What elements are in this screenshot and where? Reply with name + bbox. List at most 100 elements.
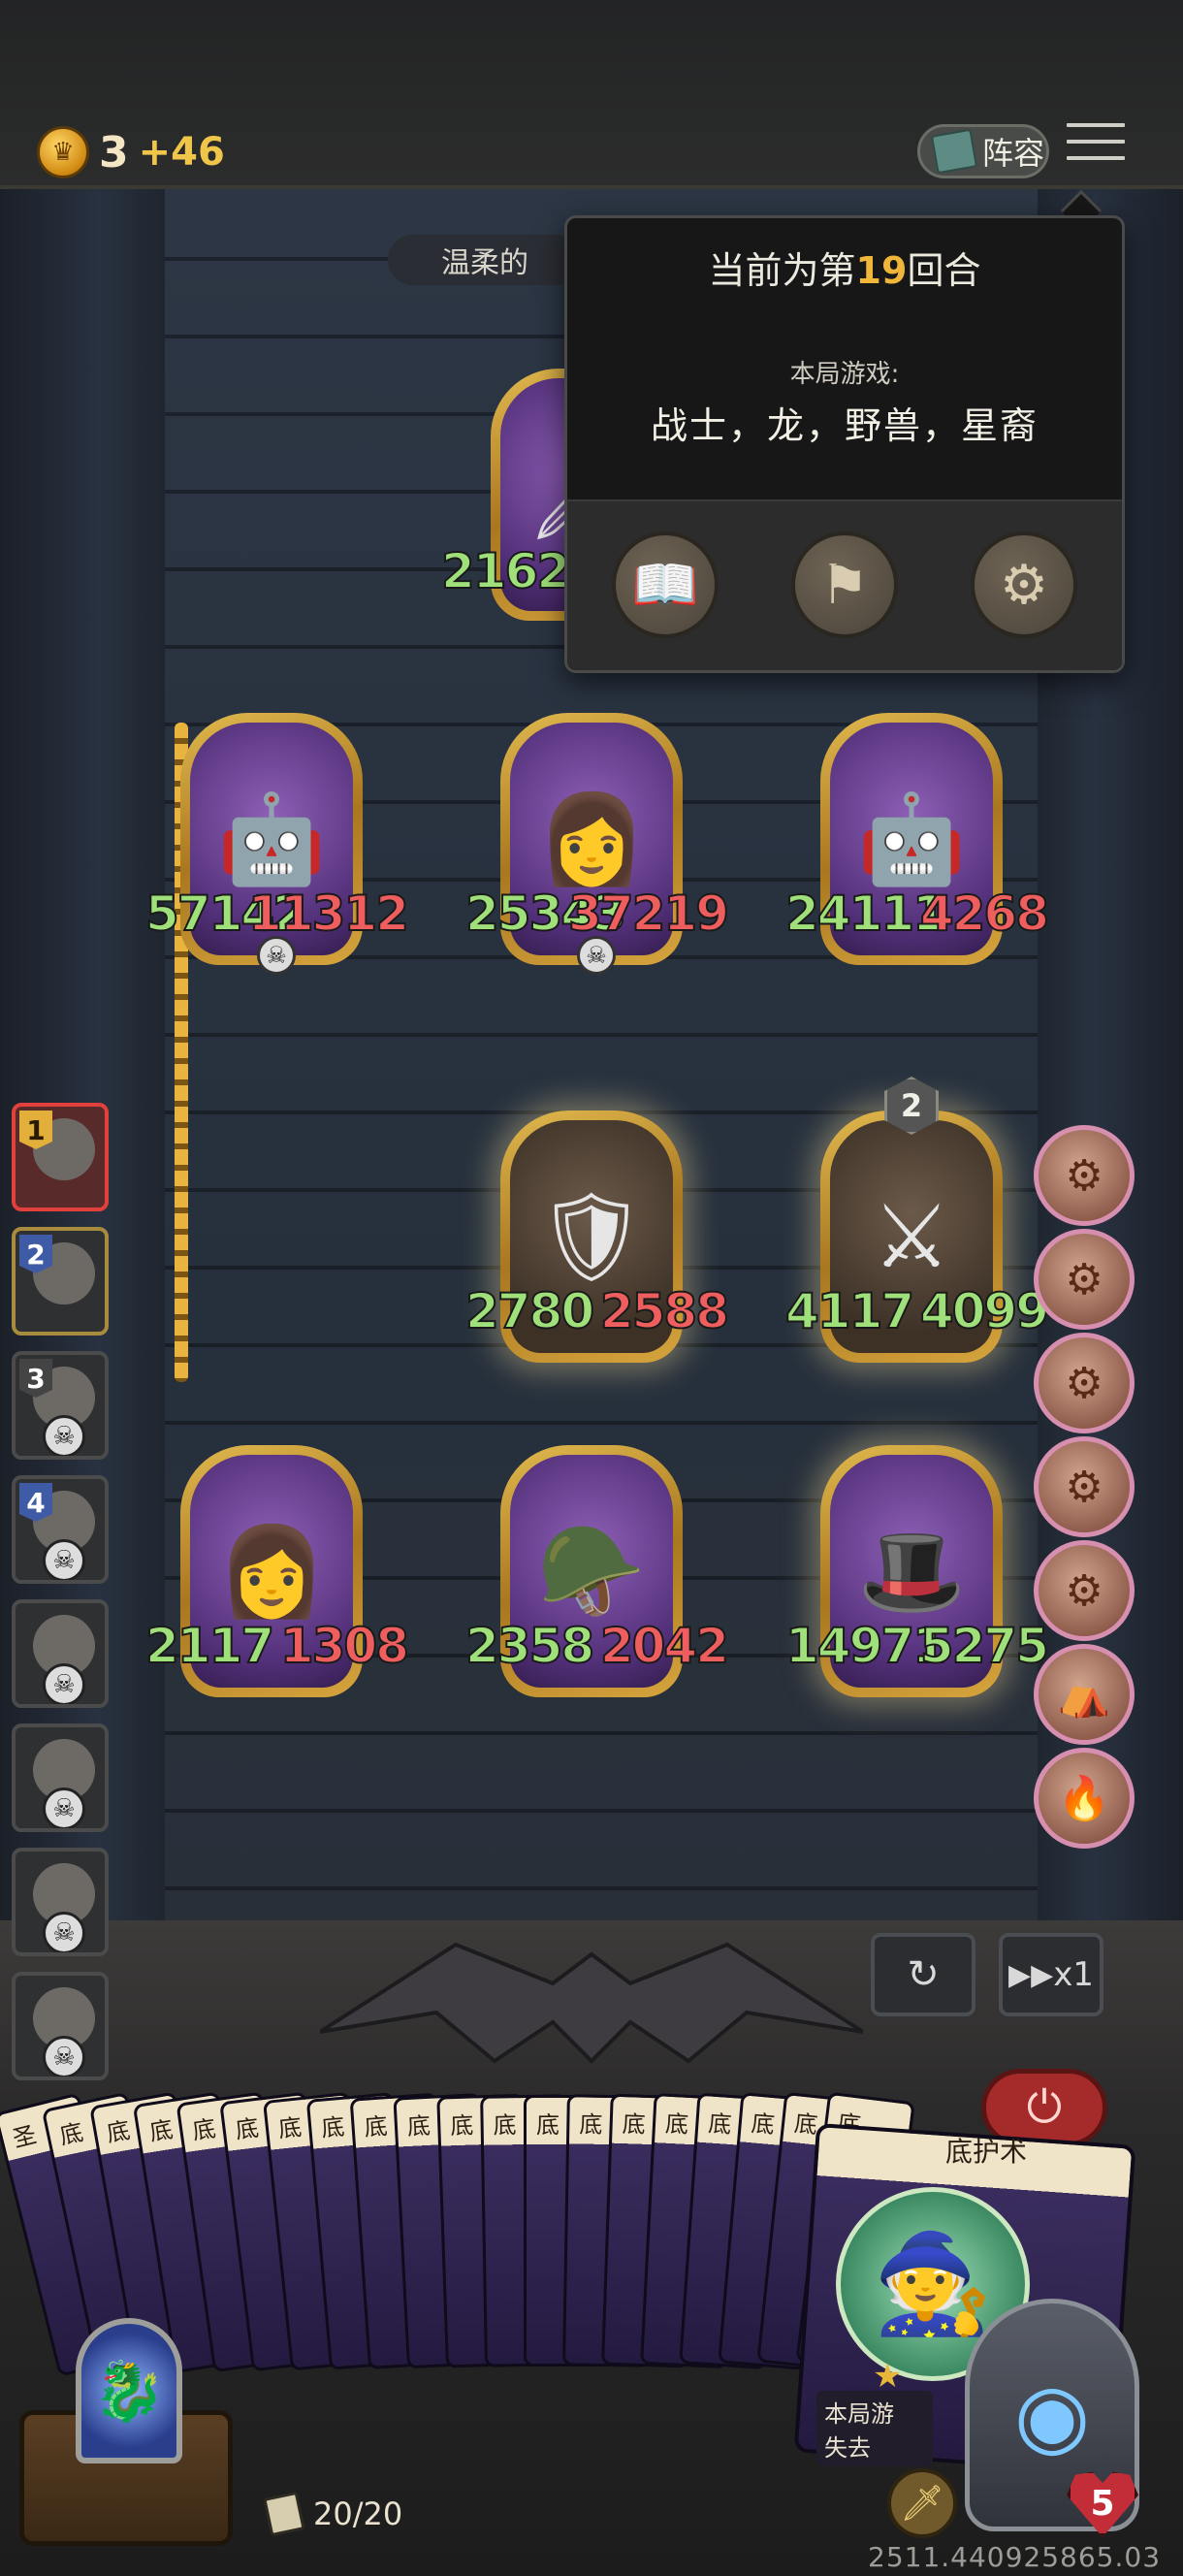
unit-attack: 4117 [784, 1282, 915, 1340]
speed-button[interactable]: ▶▶ x1 [999, 1933, 1103, 2016]
fast-forward-icon: ▶▶ [1008, 1957, 1054, 1992]
flag-icon: ⚑ [819, 553, 870, 617]
unit-attack: 2780 [464, 1282, 595, 1340]
opponent-slot-4[interactable]: 4 ☠ [12, 1475, 109, 1584]
player-unit-3[interactable]: 👩 2117 1308 [144, 1445, 410, 1707]
featured-card-note: 本局游 失去 [816, 2391, 933, 2466]
build-id: 2511.440925865.03 [868, 2541, 1162, 2573]
card-label: 底 [664, 2109, 689, 2139]
unit-health: 2042 [599, 1617, 730, 1675]
codex-button[interactable]: 📖 [612, 531, 719, 638]
flag-button[interactable]: ⚑ [791, 531, 898, 638]
skull-icon: ☠ [43, 1787, 85, 1828]
opponent-slot-5[interactable]: ☠ [12, 1599, 109, 1708]
skull-icon: ☠ [577, 936, 616, 975]
round-number: 19 [855, 249, 908, 292]
skull-icon: ☠ [43, 1663, 85, 1704]
opponent-slot-2[interactable]: 2 [12, 1227, 109, 1336]
crown-coin-icon: ♛ [37, 126, 89, 178]
book-icon: 📖 [631, 554, 699, 617]
settings-button[interactable]: ⚙ [971, 531, 1077, 638]
enemy-unit-2[interactable]: 👩 25343 37219 ☠ [464, 713, 730, 975]
catapult-icon[interactable]: ⚙ [1034, 1229, 1135, 1330]
card-label: 底 [622, 2110, 647, 2139]
tribes-list: 战士，龙，野兽，星裔 [650, 404, 1039, 447]
featured-card-label: 底护术 [945, 2136, 1028, 2168]
unit-attack: 2162 [440, 542, 571, 600]
gear-icon: ⚙ [999, 553, 1049, 617]
round-suffix: 回合 [907, 249, 981, 292]
deck-count-text: 20/20 [313, 2496, 403, 2532]
undo-button[interactable]: ↻ [871, 1933, 975, 2016]
power-icon: ⏻ [1026, 2080, 1063, 2133]
card-label: 底 [276, 2113, 304, 2143]
hamburger-icon [1065, 121, 1127, 129]
card-label: 底 [406, 2111, 432, 2141]
mage-icon: 🧙 [872, 2227, 994, 2340]
deck-chest[interactable]: 🐉 [19, 2318, 233, 2551]
book-icon [930, 128, 978, 175]
player-unit-2[interactable]: ⚔ 2 4117 4099 [784, 1077, 1050, 1372]
rank-badge: 4 [19, 1483, 52, 1522]
star-icon: ★ [873, 2357, 903, 2396]
spirit-orb-icon: 🐉 [76, 2318, 182, 2463]
card-label: 底 [57, 2118, 86, 2150]
unit-health: 37219 [567, 885, 730, 943]
cards-icon [263, 2491, 305, 2537]
opponent-slot-3[interactable]: 3 ☠ [12, 1351, 109, 1460]
lineup-button[interactable]: 阵容 [917, 124, 1049, 178]
catapult-icon[interactable]: ⚙ [1034, 1125, 1135, 1226]
card-label: 底 [190, 2114, 218, 2145]
gold-amount: 3 [99, 127, 129, 177]
skull-icon: ☠ [43, 2036, 85, 2077]
game-label: 本局游戏: [789, 360, 900, 389]
card-label: 圣 [10, 2120, 40, 2153]
card-label: 底 [320, 2112, 346, 2142]
opponent-slot-1[interactable]: 1 [12, 1103, 109, 1211]
skull-icon: ☠ [43, 1912, 85, 1952]
player-unit-4[interactable]: 🪖 2358 2042 [464, 1445, 730, 1707]
card-label: 底 [104, 2116, 133, 2148]
unit-health: 4099 [919, 1282, 1050, 1340]
sword-icon: 🗡 [900, 2484, 944, 2524]
card-label: 底 [493, 2111, 517, 2140]
hooded-figure-icon: ◉ [1013, 2364, 1091, 2466]
opponent-slot-8[interactable]: ☠ [12, 1972, 109, 2080]
card-label: 底 [536, 2111, 560, 2139]
opponent-name-text: 温柔的 [441, 246, 528, 280]
catapult-icon[interactable]: ⚙ [1034, 1436, 1135, 1537]
unit-health: 1308 [279, 1617, 410, 1675]
opponent-name: 温柔的 [388, 235, 582, 285]
catapult-icon[interactable]: ⚙ [1034, 1540, 1135, 1641]
opponent-slot-6[interactable]: ☠ [12, 1723, 109, 1832]
card-label: 底 [579, 2110, 603, 2139]
bat-statue-icon [320, 1942, 863, 2064]
opponent-slot-7[interactable]: ☠ [12, 1848, 109, 1956]
gold-income: +46 [138, 130, 225, 175]
campfire-icon[interactable]: 🔥 [1034, 1748, 1135, 1849]
speed-label: x1 [1053, 1955, 1094, 1994]
enemy-unit-1[interactable]: 🤖 57142 11312 ☠ [144, 713, 410, 975]
deck-count: 20/20 [263, 2491, 403, 2537]
player-unit-1[interactable]: 🛡 2780 2588 [464, 1111, 730, 1372]
refresh-icon: ↻ [907, 1952, 940, 1997]
unit-health: 5275 [919, 1617, 1050, 1675]
enemy-unit-3[interactable]: 🤖 24111 4268 [784, 713, 1050, 975]
unit-health: 2588 [599, 1282, 730, 1340]
sword-button[interactable]: 🗡 [887, 2468, 957, 2538]
trebuchet-icon[interactable]: ⛺ [1034, 1644, 1135, 1745]
catapult-icon[interactable]: ⚙ [1034, 1333, 1135, 1433]
unit-health: 11312 [247, 885, 410, 943]
card-label: 底 [234, 2113, 261, 2144]
round-prefix: 当前为第 [708, 249, 856, 292]
health-value: 5 [1090, 2483, 1115, 2524]
unit-health: 4268 [919, 885, 1050, 943]
card-label: 底 [707, 2109, 733, 2140]
unit-attack: 2117 [144, 1617, 275, 1675]
unit-attack: 2358 [464, 1617, 595, 1675]
rank-badge: 1 [19, 1111, 52, 1149]
round-text: 当前为第19回合 [564, 241, 1125, 294]
menu-button[interactable] [1065, 121, 1127, 177]
card-label: 底 [363, 2112, 389, 2141]
player-unit-5[interactable]: 🎩 14971 5275 [784, 1445, 1050, 1707]
